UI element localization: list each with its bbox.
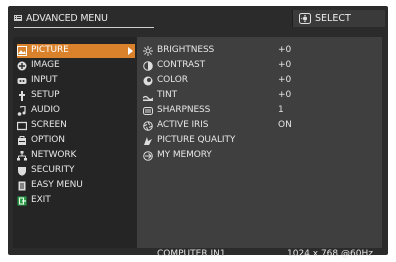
sidebar-item-screen[interactable]: SCREEN xyxy=(17,119,135,133)
contrast-icon xyxy=(143,61,153,71)
setting-label: COLOR xyxy=(157,75,188,85)
sidebar-item-option[interactable]: OPTION xyxy=(17,134,135,148)
sidebar-item-label: IMAGE xyxy=(31,60,60,70)
sidebar-item-security[interactable]: SECURITY xyxy=(17,164,135,178)
setup-icon xyxy=(19,91,25,101)
setting-value: +0 xyxy=(278,45,292,55)
setting-row-sharpness[interactable]: SHARPNESS 1 xyxy=(143,104,375,118)
setting-row-color[interactable]: COLOR +0 xyxy=(143,74,375,88)
select-button-icon xyxy=(299,13,311,24)
setting-row-contrast[interactable]: CONTRAST +0 xyxy=(143,59,375,73)
sidebar-item-label: SECURITY xyxy=(31,165,75,175)
status-resolution: 1024 x 768 @60Hz xyxy=(287,249,373,259)
brightness-icon xyxy=(143,46,153,56)
picture-icon xyxy=(17,46,27,56)
sidebar-item-label: OPTION xyxy=(31,135,65,145)
picture-quality-icon xyxy=(144,137,152,145)
picture-settings-panel: BRIGHTNESS +0 CONTRAST +0 COLOR +0 TINT … xyxy=(137,37,382,248)
setting-row-active-iris[interactable]: ACTIVE IRIS ON xyxy=(143,119,375,133)
setting-label: ACTIVE IRIS xyxy=(157,120,209,130)
sidebar-item-image[interactable]: IMAGE xyxy=(17,59,135,73)
shield-icon xyxy=(18,167,26,176)
sidebar-item-input[interactable]: INPUT xyxy=(17,74,135,88)
sidebar-item-network[interactable]: NETWORK xyxy=(17,149,135,163)
sidebar-item-setup[interactable]: SETUP xyxy=(17,89,135,103)
sidebar-item-audio[interactable]: AUDIO xyxy=(17,104,135,118)
sidebar-item-label: SETUP xyxy=(31,90,60,100)
setting-row-my-memory[interactable]: MY MEMORY xyxy=(143,149,375,163)
sidebar-item-label: AUDIO xyxy=(31,105,60,115)
screen-icon xyxy=(17,121,27,131)
sidebar-menu: PICTURE IMAGE INPUT SETUP AUDIO SCREEN O… xyxy=(13,37,137,248)
menu-title: ADVANCED MENU xyxy=(26,13,108,24)
title-underline xyxy=(14,27,154,28)
status-input-source: COMPUTER IN1 xyxy=(157,249,226,259)
sharpness-icon xyxy=(143,107,153,115)
setting-value: +0 xyxy=(278,75,292,85)
sidebar-item-label: SCREEN xyxy=(31,120,67,130)
setting-label: SHARPNESS xyxy=(157,105,211,115)
sidebar-item-label: EXIT xyxy=(31,195,51,205)
network-icon xyxy=(17,151,27,161)
setting-value: +0 xyxy=(278,90,292,100)
setting-label: MY MEMORY xyxy=(157,150,212,160)
image-icon xyxy=(17,61,27,71)
input-icon xyxy=(17,78,27,84)
setting-label: CONTRAST xyxy=(157,60,206,70)
sidebar-item-label: EASY MENU xyxy=(31,180,83,190)
select-label: SELECT xyxy=(315,13,351,24)
tint-icon xyxy=(143,95,153,101)
projector-menu-screen: ADVANCED MENU SELECT PICTURE IMAGE INPUT xyxy=(8,6,388,259)
setting-value: +0 xyxy=(278,60,292,70)
setting-row-picture-quality[interactable]: PICTURE QUALITY xyxy=(143,134,375,148)
status-bar: COMPUTER IN1 1024 x 768 @60Hz xyxy=(137,248,382,262)
my-memory-icon xyxy=(143,151,153,161)
sidebar-item-picture[interactable]: PICTURE xyxy=(17,44,135,58)
menu-icon xyxy=(14,15,22,21)
setting-label: PICTURE QUALITY xyxy=(157,135,236,145)
setting-value: ON xyxy=(278,120,292,130)
easy-menu-icon xyxy=(18,181,26,191)
sidebar-item-label: PICTURE xyxy=(31,45,69,55)
audio-icon xyxy=(17,106,26,116)
submenu-arrow-icon xyxy=(128,47,133,55)
setting-value: 1 xyxy=(278,105,284,115)
option-icon xyxy=(18,136,26,145)
active-iris-icon xyxy=(143,121,153,131)
setting-row-tint[interactable]: TINT +0 xyxy=(143,89,375,103)
setting-label: TINT xyxy=(157,90,177,100)
color-icon xyxy=(143,76,153,86)
setting-row-brightness[interactable]: BRIGHTNESS +0 xyxy=(143,44,375,58)
sidebar-item-label: NETWORK xyxy=(31,150,77,160)
menu-header: ADVANCED MENU SELECT xyxy=(8,6,388,31)
sidebar-item-exit[interactable]: EXIT xyxy=(17,194,135,208)
sidebar-item-label: INPUT xyxy=(31,75,58,85)
sidebar-item-easy-menu[interactable]: EASY MENU xyxy=(17,179,135,193)
select-hint: SELECT xyxy=(292,10,385,27)
setting-label: BRIGHTNESS xyxy=(157,45,215,55)
exit-icon xyxy=(17,196,27,206)
